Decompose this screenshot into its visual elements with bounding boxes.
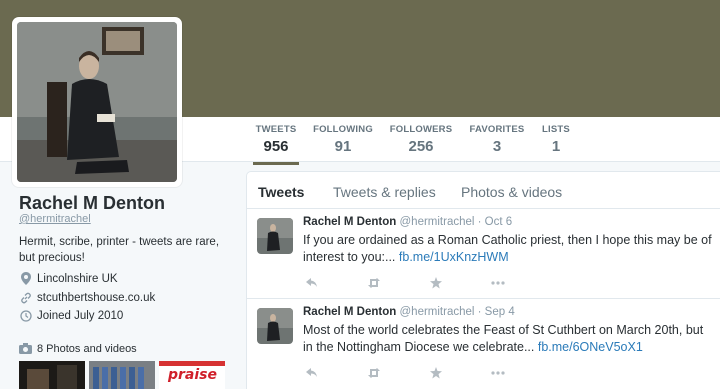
nav-followers[interactable]: FOLLOWERS 256 (389, 124, 453, 162)
location-row: Lincolnshire UK (19, 272, 118, 285)
nav-tweets-label: TWEETS (255, 124, 297, 135)
tweet-author-handle[interactable]: @hermitrachel (400, 216, 475, 228)
profile-name[interactable]: Rachel M Denton (19, 193, 165, 214)
nav-lists-count: 1 (551, 138, 561, 155)
tweet-body: Most of the world celebrates the Feast o… (303, 323, 704, 354)
nav-favorites-label: FAVORITES (469, 124, 525, 135)
nav-lists[interactable]: LISTS 1 (540, 124, 572, 162)
profile-handle[interactable]: @hermitrachel (19, 213, 91, 225)
photo-thumbnail[interactable]: praise (159, 361, 225, 389)
nav-tweets-count: 956 (263, 138, 289, 155)
clock-icon (19, 309, 32, 322)
tweet-link[interactable]: fb.me/1UxKnzHWM (399, 250, 509, 264)
tweet-header: Rachel M Denton @hermitrachel · Sep 4 (303, 306, 515, 318)
tweet-avatar[interactable] (257, 218, 293, 254)
retweet-icon[interactable] (367, 366, 381, 380)
nav-followers-label: FOLLOWERS (389, 124, 453, 135)
photos-videos-label: 8 Photos and videos (37, 343, 137, 355)
retweet-icon[interactable] (367, 276, 381, 290)
reply-icon[interactable] (305, 276, 319, 290)
tweet-text: Most of the world celebrates the Feast o… (303, 322, 713, 356)
tweet-author-name[interactable]: Rachel M Denton (303, 216, 396, 228)
profile-bio: Hermit, scribe, printer - tweets are rar… (19, 236, 220, 264)
nav-lists-label: LISTS (542, 124, 570, 135)
nav-favorites-count: 3 (492, 138, 502, 155)
location-text: Lincolnshire UK (37, 272, 118, 285)
joined-row: Joined July 2010 (19, 309, 123, 322)
nav-following[interactable]: FOLLOWING 91 (313, 124, 373, 162)
reply-icon[interactable] (305, 366, 319, 380)
camera-icon (19, 343, 33, 355)
favorite-star-icon[interactable] (429, 366, 443, 380)
tweet-author-name[interactable]: Rachel M Denton (303, 306, 396, 318)
favorite-star-icon[interactable] (429, 276, 443, 290)
tweet-actions (303, 276, 513, 290)
nav-following-label: FOLLOWING (313, 124, 373, 135)
tweet-date[interactable]: · Sep 4 (478, 306, 515, 318)
nav-following-count: 91 (334, 138, 352, 155)
nav-favorites[interactable]: FAVORITES 3 (469, 124, 525, 162)
tweet-actions (303, 366, 513, 380)
tweet-avatar[interactable] (257, 308, 293, 344)
tweet-item[interactable]: Rachel M Denton @hermitrachel · Oct 6 If… (247, 210, 720, 299)
location-pin-icon (19, 272, 32, 285)
thumbnail-caption: praise (168, 367, 217, 383)
tab-tweets[interactable]: Tweets (258, 184, 304, 200)
tweet-date[interactable]: · Oct 6 (478, 216, 513, 228)
timeline-panel: Tweets Tweets & replies Photos & videos … (246, 171, 720, 389)
tweet-link[interactable]: fb.me/6ONeV5oX1 (538, 340, 643, 354)
website-link[interactable]: stcuthbertshouse.co.uk (37, 292, 155, 304)
tab-tweets-replies[interactable]: Tweets & replies (333, 184, 436, 200)
more-options-icon[interactable] (491, 276, 505, 290)
link-icon (19, 291, 32, 304)
more-options-icon[interactable] (491, 366, 505, 380)
timeline-tabs: Tweets Tweets & replies Photos & videos (247, 172, 720, 209)
tab-photos-videos[interactable]: Photos & videos (461, 184, 562, 200)
tweet-item[interactable]: Rachel M Denton @hermitrachel · Sep 4 Mo… (247, 300, 720, 389)
photos-videos-link[interactable]: 8 Photos and videos (19, 343, 137, 355)
tweet-text: If you are ordained as a Roman Catholic … (303, 232, 713, 266)
profile-photo (17, 22, 177, 182)
website-row[interactable]: stcuthbertshouse.co.uk (19, 291, 155, 304)
tweet-header: Rachel M Denton @hermitrachel · Oct 6 (303, 216, 512, 228)
profile-avatar[interactable] (12, 17, 182, 187)
joined-text: Joined July 2010 (37, 309, 124, 322)
nav-tweets[interactable]: TWEETS 956 (253, 124, 299, 165)
photo-thumbnail[interactable] (19, 361, 85, 389)
photo-thumbnail[interactable] (89, 361, 155, 389)
tweet-author-handle[interactable]: @hermitrachel (400, 306, 475, 318)
thumbnail-banner (159, 361, 225, 366)
nav-followers-count: 256 (408, 138, 434, 155)
